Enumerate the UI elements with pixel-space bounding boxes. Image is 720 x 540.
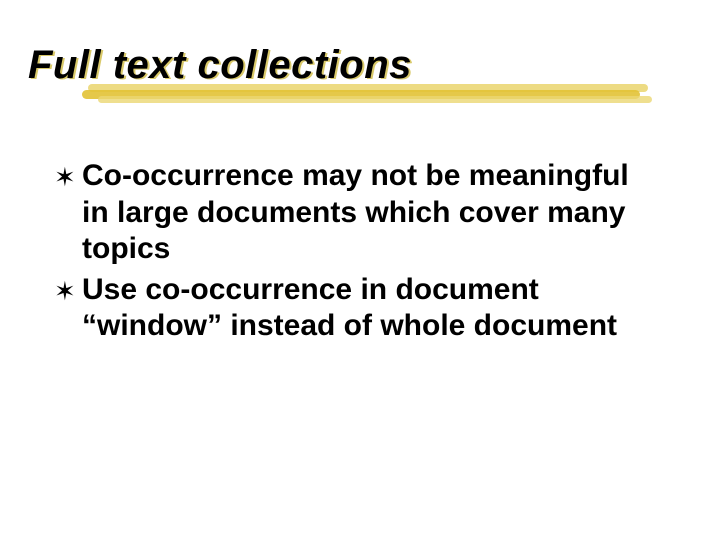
bullet-item: ✶ Use co-occurrence in document “window”… bbox=[54, 272, 654, 345]
title-area: Full text collections bbox=[28, 44, 688, 86]
bullet-text: Co-occurrence may not be meaningful in l… bbox=[82, 159, 629, 265]
slide: Full text collections ✶ Co-occurrence ma… bbox=[0, 0, 720, 540]
bullet-marker-icon: ✶ bbox=[54, 162, 76, 194]
bullet-text: Use co-occurrence in document “window” i… bbox=[82, 273, 617, 343]
slide-title: Full text collections bbox=[28, 44, 688, 86]
bullet-item: ✶ Co-occurrence may not be meaningful in… bbox=[54, 158, 654, 268]
slide-body: ✶ Co-occurrence may not be meaningful in… bbox=[54, 158, 654, 349]
bullet-marker-icon: ✶ bbox=[54, 276, 76, 308]
